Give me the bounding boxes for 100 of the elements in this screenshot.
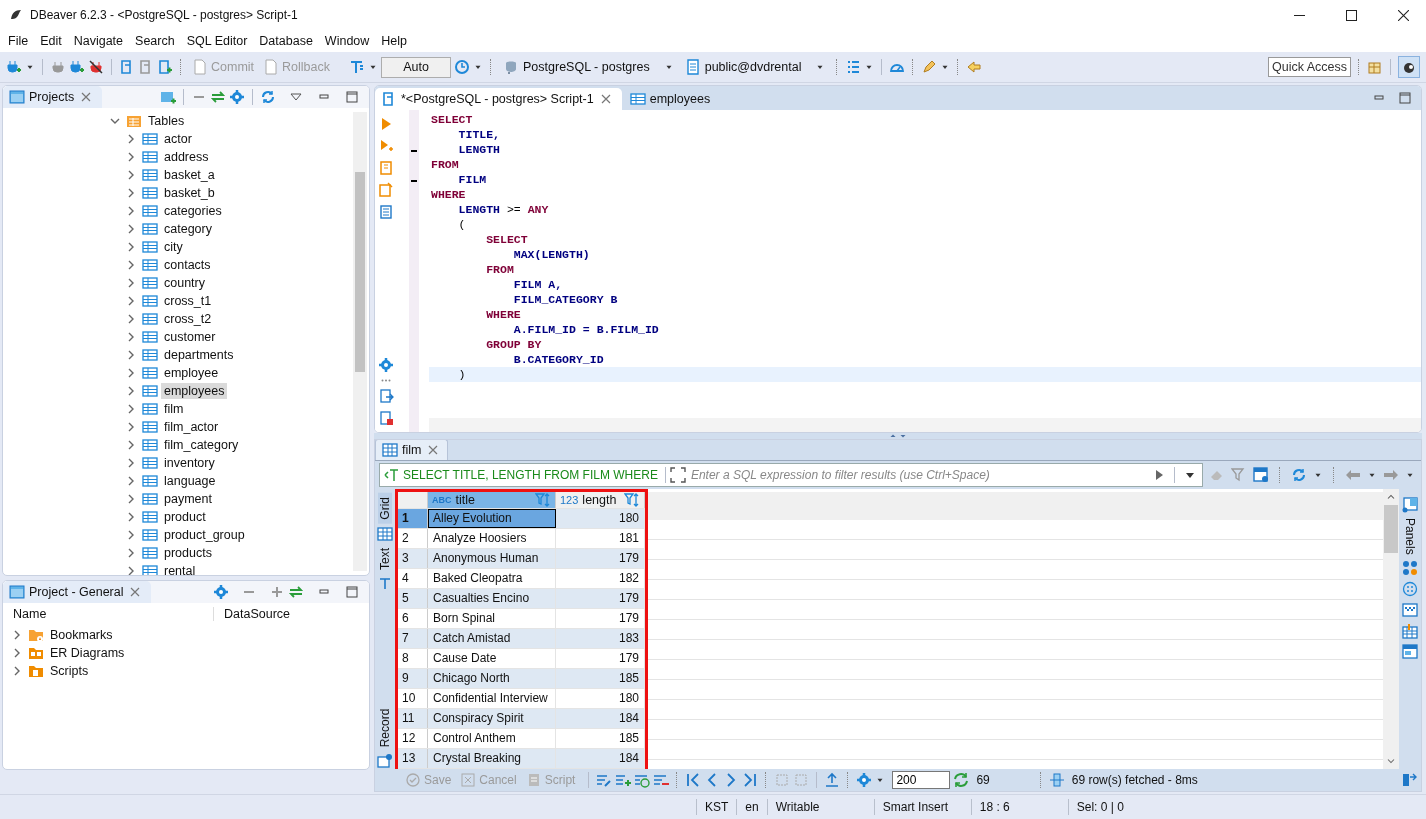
checker-icon[interactable] (1402, 601, 1418, 618)
scrollbar-thumb[interactable] (355, 172, 365, 372)
scrollbar[interactable] (353, 112, 367, 571)
menu-item[interactable]: SQL Editor (180, 34, 254, 48)
toggle-panel-icon[interactable] (1401, 772, 1417, 788)
project-general-tab[interactable]: Project - General (3, 581, 152, 603)
tree-item[interactable]: departments (161, 347, 237, 363)
tree-item[interactable]: category (161, 221, 215, 237)
window-icon[interactable] (1402, 643, 1418, 660)
copy-row-icon[interactable] (634, 772, 651, 788)
link-icon[interactable] (288, 584, 304, 600)
filter-sort-icon[interactable] (624, 492, 641, 508)
tree-item[interactable]: contacts (161, 257, 214, 273)
row-number[interactable]: 10 (398, 689, 428, 708)
settings-icon[interactable] (229, 89, 245, 105)
back-arrow-icon[interactable] (966, 59, 983, 75)
editor-tab[interactable]: employees (623, 88, 719, 110)
grid-view-icon[interactable] (377, 525, 393, 542)
delete-row-icon[interactable] (653, 772, 670, 788)
maximize-icon[interactable] (344, 584, 360, 600)
menu-item[interactable]: Help (375, 34, 414, 48)
schema-selector[interactable]: public@dvdrental (680, 59, 830, 75)
last-page-icon[interactable] (742, 772, 759, 788)
tree-item[interactable]: cross_t2 (161, 311, 215, 327)
tree-item[interactable]: employees (161, 383, 228, 399)
connection-selector[interactable]: PostgreSQL - postgres (499, 59, 678, 75)
page-icon[interactable] (378, 204, 394, 220)
plan-icon[interactable] (378, 182, 394, 198)
row-number[interactable]: 12 (398, 729, 428, 748)
menu-item[interactable]: Edit (34, 34, 68, 48)
menu-item[interactable]: Window (318, 34, 376, 48)
menu-item[interactable]: File (2, 34, 35, 48)
forward-icon[interactable] (1383, 467, 1399, 483)
settings-icon[interactable] (378, 357, 394, 373)
scrollbar[interactable] (1383, 489, 1399, 769)
view-tab[interactable]: Text (378, 543, 392, 574)
sync-icon[interactable] (1291, 467, 1307, 483)
column-header[interactable]: Name (3, 607, 214, 621)
tree-item[interactable]: actor (161, 131, 195, 147)
menu-item[interactable]: Search (129, 34, 181, 48)
editor-tab[interactable]: *<PostgreSQL - postgres> Script-1 (375, 88, 622, 110)
tree-item[interactable]: inventory (161, 455, 218, 471)
tree-item[interactable]: categories (161, 203, 225, 219)
tree-item[interactable]: film_category (161, 437, 242, 453)
execute-script-icon[interactable] (378, 138, 394, 154)
quick-access-field[interactable]: Quick Access (1267, 57, 1351, 77)
view-tab[interactable]: Grid (378, 493, 392, 524)
tree-item[interactable]: products (161, 545, 215, 561)
more-icon[interactable] (381, 379, 391, 382)
dbeaver-perspective-button[interactable] (1398, 56, 1420, 78)
record-view-icon[interactable] (377, 753, 393, 769)
maximize-icon[interactable] (1397, 90, 1413, 106)
tree-item[interactable]: customer (161, 329, 219, 345)
menu-item[interactable]: Database (253, 34, 319, 48)
dots-icon[interactable] (1402, 559, 1418, 576)
add-row-icon[interactable] (615, 772, 632, 788)
perspective-icon[interactable] (1367, 59, 1383, 75)
tree-item[interactable]: ER Diagrams (47, 645, 128, 661)
tree-item[interactable]: address (161, 149, 212, 165)
settings-icon[interactable] (213, 584, 229, 600)
row-number[interactable]: 2 (398, 529, 428, 548)
sync-icon[interactable] (260, 89, 276, 105)
refresh-icon[interactable] (953, 772, 970, 788)
calendar-icon[interactable] (1402, 622, 1418, 639)
tree-item[interactable]: employee (161, 365, 222, 381)
tree-item[interactable]: product (161, 509, 209, 525)
tree-item[interactable]: payment (161, 491, 215, 507)
projects-tab[interactable]: Projects (3, 86, 103, 108)
filter-icon[interactable] (1231, 467, 1247, 483)
menu-item[interactable]: Navigate (67, 34, 130, 48)
tree-item[interactable]: rental (161, 563, 199, 575)
tree-item[interactable]: film (161, 401, 187, 417)
tree-item[interactable]: cross_t1 (161, 293, 215, 309)
commit-mode-button[interactable]: Auto (381, 56, 451, 78)
column-header[interactable]: ABC title (428, 492, 556, 508)
column-header[interactable]: 123 length (556, 492, 645, 508)
first-page-icon[interactable] (685, 772, 702, 788)
circle-dots-icon[interactable] (1402, 580, 1418, 597)
tree-item[interactable]: film_actor (161, 419, 222, 435)
row-number[interactable]: 4 (398, 569, 428, 588)
tree-item[interactable]: product_group (161, 527, 248, 543)
tree-item[interactable]: basket_b (161, 185, 218, 201)
fetch-size-field[interactable]: 200 (892, 771, 951, 789)
text-view-icon[interactable] (377, 575, 393, 592)
view-tab[interactable]: Record (378, 593, 392, 751)
connect-icon[interactable] (50, 59, 66, 75)
scrollbar-thumb[interactable] (1384, 505, 1398, 553)
export-icon[interactable] (378, 388, 394, 404)
panels-tab[interactable]: Panels (1403, 518, 1417, 555)
maximize-icon[interactable] (344, 89, 360, 105)
edit-row-icon[interactable] (596, 772, 613, 788)
explain-icon[interactable] (378, 160, 394, 176)
link-icon[interactable] (210, 89, 226, 105)
results-tab[interactable]: film (375, 440, 449, 460)
page-icon[interactable] (378, 410, 394, 426)
row-number[interactable]: 6 (398, 609, 428, 628)
scrollbar[interactable] (429, 418, 1421, 432)
tree-item[interactable]: language (161, 473, 219, 489)
disconnect-icon[interactable] (88, 59, 104, 75)
expand-icon[interactable] (269, 584, 285, 600)
